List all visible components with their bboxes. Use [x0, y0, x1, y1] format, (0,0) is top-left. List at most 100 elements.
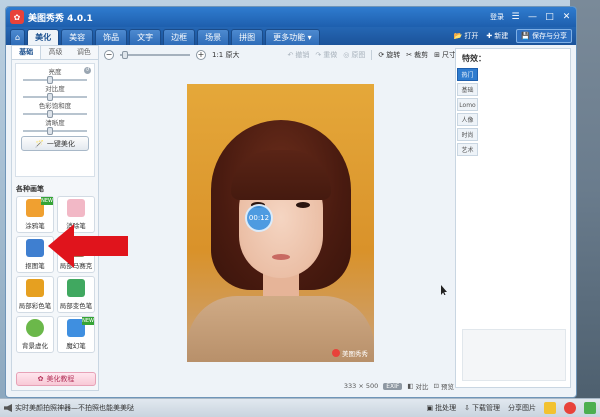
star-icon[interactable] — [544, 402, 556, 414]
effect-tab-hot[interactable]: 热门 — [457, 68, 478, 81]
undo-button[interactable]: ↶ 撤销 — [288, 50, 310, 60]
canvas-toolbar: − + 1:1 原大 ↶ 撤销 ↷ 重做 ◎ 原图 ⟳ 旋转 ✂ 裁剪 ⊞ 尺寸 — [104, 48, 456, 62]
weibo-icon[interactable] — [564, 402, 576, 414]
actual-size-button[interactable]: 1:1 原大 — [212, 50, 240, 60]
slider-knob[interactable] — [46, 93, 53, 101]
share-image-button[interactable]: 分享图片 — [508, 403, 536, 413]
subtab-advanced[interactable]: 高级 — [41, 46, 69, 59]
reset-icon[interactable]: ↺ — [84, 67, 91, 74]
tab-beautify[interactable]: 美化 — [27, 29, 60, 45]
save-share-label: 保存与分享 — [532, 32, 567, 40]
redo-icon: ↷ — [315, 51, 322, 59]
tab-home[interactable]: ⌂ — [10, 29, 26, 45]
maximize-button[interactable]: □ — [544, 12, 555, 23]
rotate-label: 旋转 — [386, 51, 401, 59]
minimize-button[interactable]: — — [527, 12, 538, 23]
status-tip[interactable]: 实时美颜拍照神器—不拍照也能美美哒 — [15, 403, 134, 413]
color-pen[interactable]: 局部彩色笔 — [16, 276, 54, 313]
magic-pen[interactable]: NEW 魔幻笔 — [57, 316, 95, 353]
sharpness-label: 清晰度 — [45, 119, 65, 127]
subtab-basic[interactable]: 基础 — [12, 46, 42, 59]
background-blur[interactable]: 背景虚化 — [16, 316, 54, 353]
slider-knob[interactable] — [46, 76, 53, 84]
subtab-color[interactable]: 调色 — [70, 46, 98, 59]
login-link[interactable]: 登录 — [490, 12, 504, 22]
watermark: 美图秀秀 — [332, 348, 368, 358]
tab-more-features[interactable]: 更多功能 ▾ — [265, 29, 320, 45]
slider-knob[interactable] — [46, 110, 53, 118]
tab-text[interactable]: 文字 — [129, 29, 162, 45]
canvas-status: 333 × 500 EXIF ◧ 对比 ⊡ 预览 — [104, 381, 456, 391]
effect-tab-basic[interactable]: 基础 — [457, 83, 478, 96]
zoom-out-button[interactable]: − — [104, 50, 114, 60]
zoom-in-button[interactable]: + — [196, 50, 206, 60]
effect-tab-art[interactable]: 艺术 — [457, 143, 478, 156]
brightness-label: 亮度 — [48, 68, 62, 76]
contrast-slider-group: 对比度 — [19, 85, 91, 101]
recolor-icon — [67, 279, 85, 297]
exif-badge[interactable]: EXIF — [383, 382, 403, 390]
red-arrow-icon — [48, 224, 128, 268]
zoom-knob[interactable] — [122, 51, 128, 59]
pen-label: 局部变色笔 — [59, 302, 93, 310]
recolor-pen[interactable]: 局部变色笔 — [57, 276, 95, 313]
canvas-area: 00:12 美图秀秀 — [104, 62, 456, 384]
brightness-slider-group: 亮度 — [19, 68, 91, 84]
photo-image[interactable]: 00:12 美图秀秀 — [187, 84, 374, 362]
slider-knob[interactable] — [46, 127, 53, 135]
tutorial-button[interactable]: ✿ 美化教程 — [16, 372, 96, 386]
plus-icon: ✚ — [486, 32, 493, 40]
saturation-slider[interactable] — [23, 110, 87, 118]
compare-label: 对比 — [415, 383, 429, 391]
redo-button[interactable]: ↷ 重做 — [315, 50, 337, 60]
brightness-slider[interactable] — [23, 76, 87, 84]
saturation-label: 色彩饱和度 — [38, 102, 72, 110]
tab-scene[interactable]: 场景 — [197, 29, 230, 45]
chevron-down-icon: ▾ — [305, 33, 312, 42]
one-key-beautify-button[interactable]: 🪄 一键美化 — [21, 136, 89, 151]
rotate-button[interactable]: ⟳ 旋转 — [378, 50, 400, 60]
open-button[interactable]: 📂 打开 — [454, 31, 479, 41]
tab-beauty[interactable]: 美容 — [61, 29, 94, 45]
cutout-pen-icon — [26, 239, 44, 257]
crop-button[interactable]: ✂ 裁剪 — [406, 50, 428, 60]
resize-button[interactable]: ⊞ 尺寸 — [434, 50, 456, 60]
tab-collage[interactable]: 拼图 — [231, 29, 264, 45]
app-logo-icon: ✿ — [10, 10, 24, 24]
blur-icon — [26, 319, 44, 337]
mouse-cursor-icon — [441, 285, 447, 295]
new-button[interactable]: ✚ 新建 — [486, 31, 508, 41]
crop-icon: ✂ — [406, 51, 413, 59]
compare-button[interactable]: ◧ 对比 — [407, 381, 428, 391]
original-icon: ◎ — [343, 51, 350, 59]
effect-tab-fashion[interactable]: 时尚 — [457, 128, 478, 141]
tab-frame[interactable]: 边框 — [163, 29, 196, 45]
effect-tab-portrait[interactable]: 人像 — [457, 113, 478, 126]
pens-section-title: 各种画笔 — [16, 185, 44, 193]
tab-accessories[interactable]: 饰品 — [95, 29, 128, 45]
sharpness-slider[interactable] — [23, 127, 87, 135]
preview-label: 预览 — [441, 383, 454, 391]
download-manager-button[interactable]: ⇩ 下载管理 — [464, 403, 500, 413]
effect-tab-lomo[interactable]: Lomo — [457, 98, 478, 111]
toolbar-divider — [371, 50, 373, 60]
undo-icon: ↶ — [287, 51, 294, 59]
new-badge: NEW — [41, 197, 53, 205]
batch-label: 批处理 — [435, 404, 457, 412]
save-share-button[interactable]: 💾 保存与分享 — [516, 29, 572, 43]
watermark-logo-icon — [332, 349, 340, 357]
menu-button[interactable]: ☰ — [510, 12, 521, 23]
color-brush-icon — [26, 279, 44, 297]
original-label: 原图 — [351, 51, 366, 59]
adjust-box: ↺ 亮度 对比度 色彩饱和度 清晰度 🪄 一键美化 — [15, 63, 95, 177]
original-button[interactable]: ◎ 原图 — [343, 50, 365, 60]
pen-label: 魔幻笔 — [66, 342, 86, 350]
preview-button[interactable]: ⊡ 预览 — [434, 381, 454, 391]
add-icon[interactable] — [584, 402, 596, 414]
tab-more-label: 更多功能 — [273, 33, 306, 42]
zoom-slider[interactable] — [120, 51, 190, 59]
close-button[interactable]: ✕ — [561, 12, 572, 23]
contrast-slider[interactable] — [23, 93, 87, 101]
effects-preview-area — [462, 329, 566, 381]
batch-button[interactable]: ▣ 批处理 — [427, 403, 457, 413]
